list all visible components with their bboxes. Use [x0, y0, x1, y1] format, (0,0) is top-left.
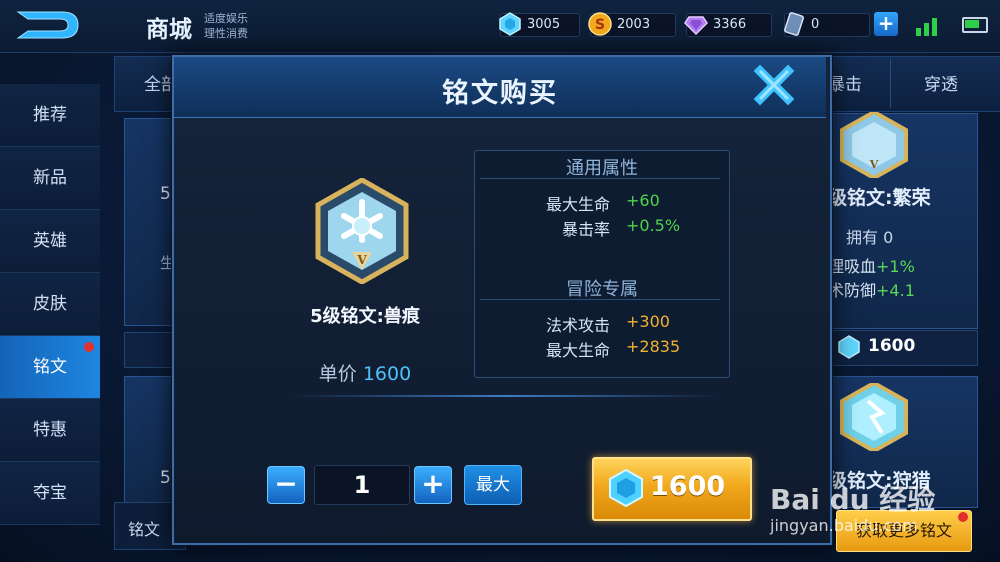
gold-count: 2003	[617, 17, 651, 32]
attr-label: 暴击率	[561, 220, 610, 239]
sidebar: 推荐 新品 英雄 皮肤 铭文 特惠 夺宝	[0, 84, 100, 562]
divider	[480, 178, 720, 179]
rune-name: 5级铭文:兽痕	[310, 306, 420, 327]
sidebar-item-label: 皮肤	[33, 294, 67, 314]
gold-coin-icon: S	[588, 12, 612, 36]
back-button[interactable]	[14, 8, 86, 42]
svg-text:V: V	[869, 158, 879, 171]
rune-emblem-icon: V	[840, 112, 908, 178]
page-title: 商城	[146, 17, 192, 43]
buy-amount: 1600	[650, 471, 726, 502]
coupon-count: 0	[811, 17, 820, 32]
watermark-logo: Bai du 经验	[770, 483, 936, 516]
max-quantity-button[interactable]: 最大	[464, 465, 522, 505]
sidebar-item-label: 夺宝	[33, 483, 67, 503]
recharge-plus-button[interactable]: +	[874, 12, 898, 36]
notification-dot	[958, 512, 968, 522]
subtitle-line-1: 适度娱乐	[204, 12, 248, 25]
quantity-minus-button[interactable]: −	[267, 466, 305, 504]
adventure-attributes-header: 冒险专属	[566, 279, 638, 300]
bottom-bar-label: 铭文	[128, 520, 161, 539]
attr-label: 法术攻击	[545, 316, 610, 335]
attr-value: +300	[626, 312, 670, 331]
unit-price: 单价 1600	[260, 359, 470, 386]
attr-value: +4.1	[876, 281, 915, 300]
modal-title: 铭文购买	[442, 78, 558, 109]
currency-gold: S 2003	[588, 12, 676, 37]
attr-value: +2835	[626, 337, 681, 356]
divider	[480, 299, 720, 300]
attr-label: 最大生命	[545, 341, 610, 360]
rune-card-prosperity-owned: 拥有 0	[846, 228, 894, 247]
sidebar-item-runes[interactable]: 铭文	[0, 336, 100, 399]
sidebar-item-label: 英雄	[33, 231, 67, 251]
notification-dot	[84, 342, 94, 352]
rune-card-prosperity-name: 级铭文:繁荣	[828, 187, 931, 209]
diamond-gem-icon	[499, 12, 521, 36]
subtitle-line-2: 理性消费	[204, 27, 248, 40]
sidebar-item-skins[interactable]: 皮肤	[0, 273, 100, 336]
diamond-gem-icon	[609, 468, 643, 508]
rune-emblem-icon: V	[315, 178, 409, 284]
rune-emblem-icon	[840, 383, 908, 451]
diamond-gem-icon	[838, 335, 860, 359]
buy-button[interactable]: 1600	[592, 457, 752, 521]
rune-card-prosperity-price: 1600	[868, 336, 916, 356]
rune-card-left-2-level: 5	[160, 468, 171, 488]
divider	[290, 395, 720, 397]
currency-purple: 3366	[684, 13, 772, 37]
svg-text:S: S	[595, 17, 605, 33]
sidebar-item-treasure[interactable]: 夺宝	[0, 462, 100, 525]
currency-coupon: 0	[784, 12, 870, 37]
attr-label: 理吸血	[828, 257, 877, 276]
rune-card-prosperity-attr-2: 术防御+4.1	[828, 277, 915, 301]
currency-diamond: 3005	[499, 12, 580, 37]
unit-price-label: 单价	[318, 363, 357, 385]
attr-label: 术防御	[828, 281, 877, 300]
close-icon[interactable]	[752, 63, 796, 107]
watermark-url: jingyan.baidu.com	[770, 516, 918, 535]
sidebar-item-new[interactable]: 新品	[0, 147, 100, 210]
general-attributes-header: 通用属性	[566, 158, 638, 179]
rune-card-left-1-level: 5	[160, 184, 171, 204]
battery-icon	[962, 17, 988, 33]
purple-gem-icon	[684, 16, 708, 36]
rune-card-prosperity-attr-1: 理吸血+1%	[828, 253, 915, 277]
diamond-count: 3005	[527, 17, 561, 32]
svg-text:V: V	[356, 253, 367, 267]
purple-gem-count: 3366	[713, 17, 747, 32]
sidebar-item-heroes[interactable]: 英雄	[0, 210, 100, 273]
attr-value: +0.5%	[626, 216, 681, 235]
unit-price-value: 1600	[362, 363, 412, 385]
signal-strength-icon	[916, 18, 937, 36]
attr-value: +60	[626, 191, 660, 210]
attr-value: +1%	[876, 257, 915, 276]
quantity-field[interactable]: 1	[314, 465, 410, 505]
coupon-card-icon	[784, 12, 804, 36]
sidebar-item-label: 新品	[33, 168, 67, 188]
sidebar-item-label: 铭文	[33, 357, 67, 377]
attr-label: 最大生命	[545, 195, 610, 214]
sidebar-item-deals[interactable]: 特惠	[0, 399, 100, 462]
page-subtitle: 适度娱乐 理性消费	[204, 11, 248, 41]
quantity-plus-button[interactable]: +	[414, 466, 452, 504]
sidebar-item-label: 特惠	[33, 420, 67, 440]
